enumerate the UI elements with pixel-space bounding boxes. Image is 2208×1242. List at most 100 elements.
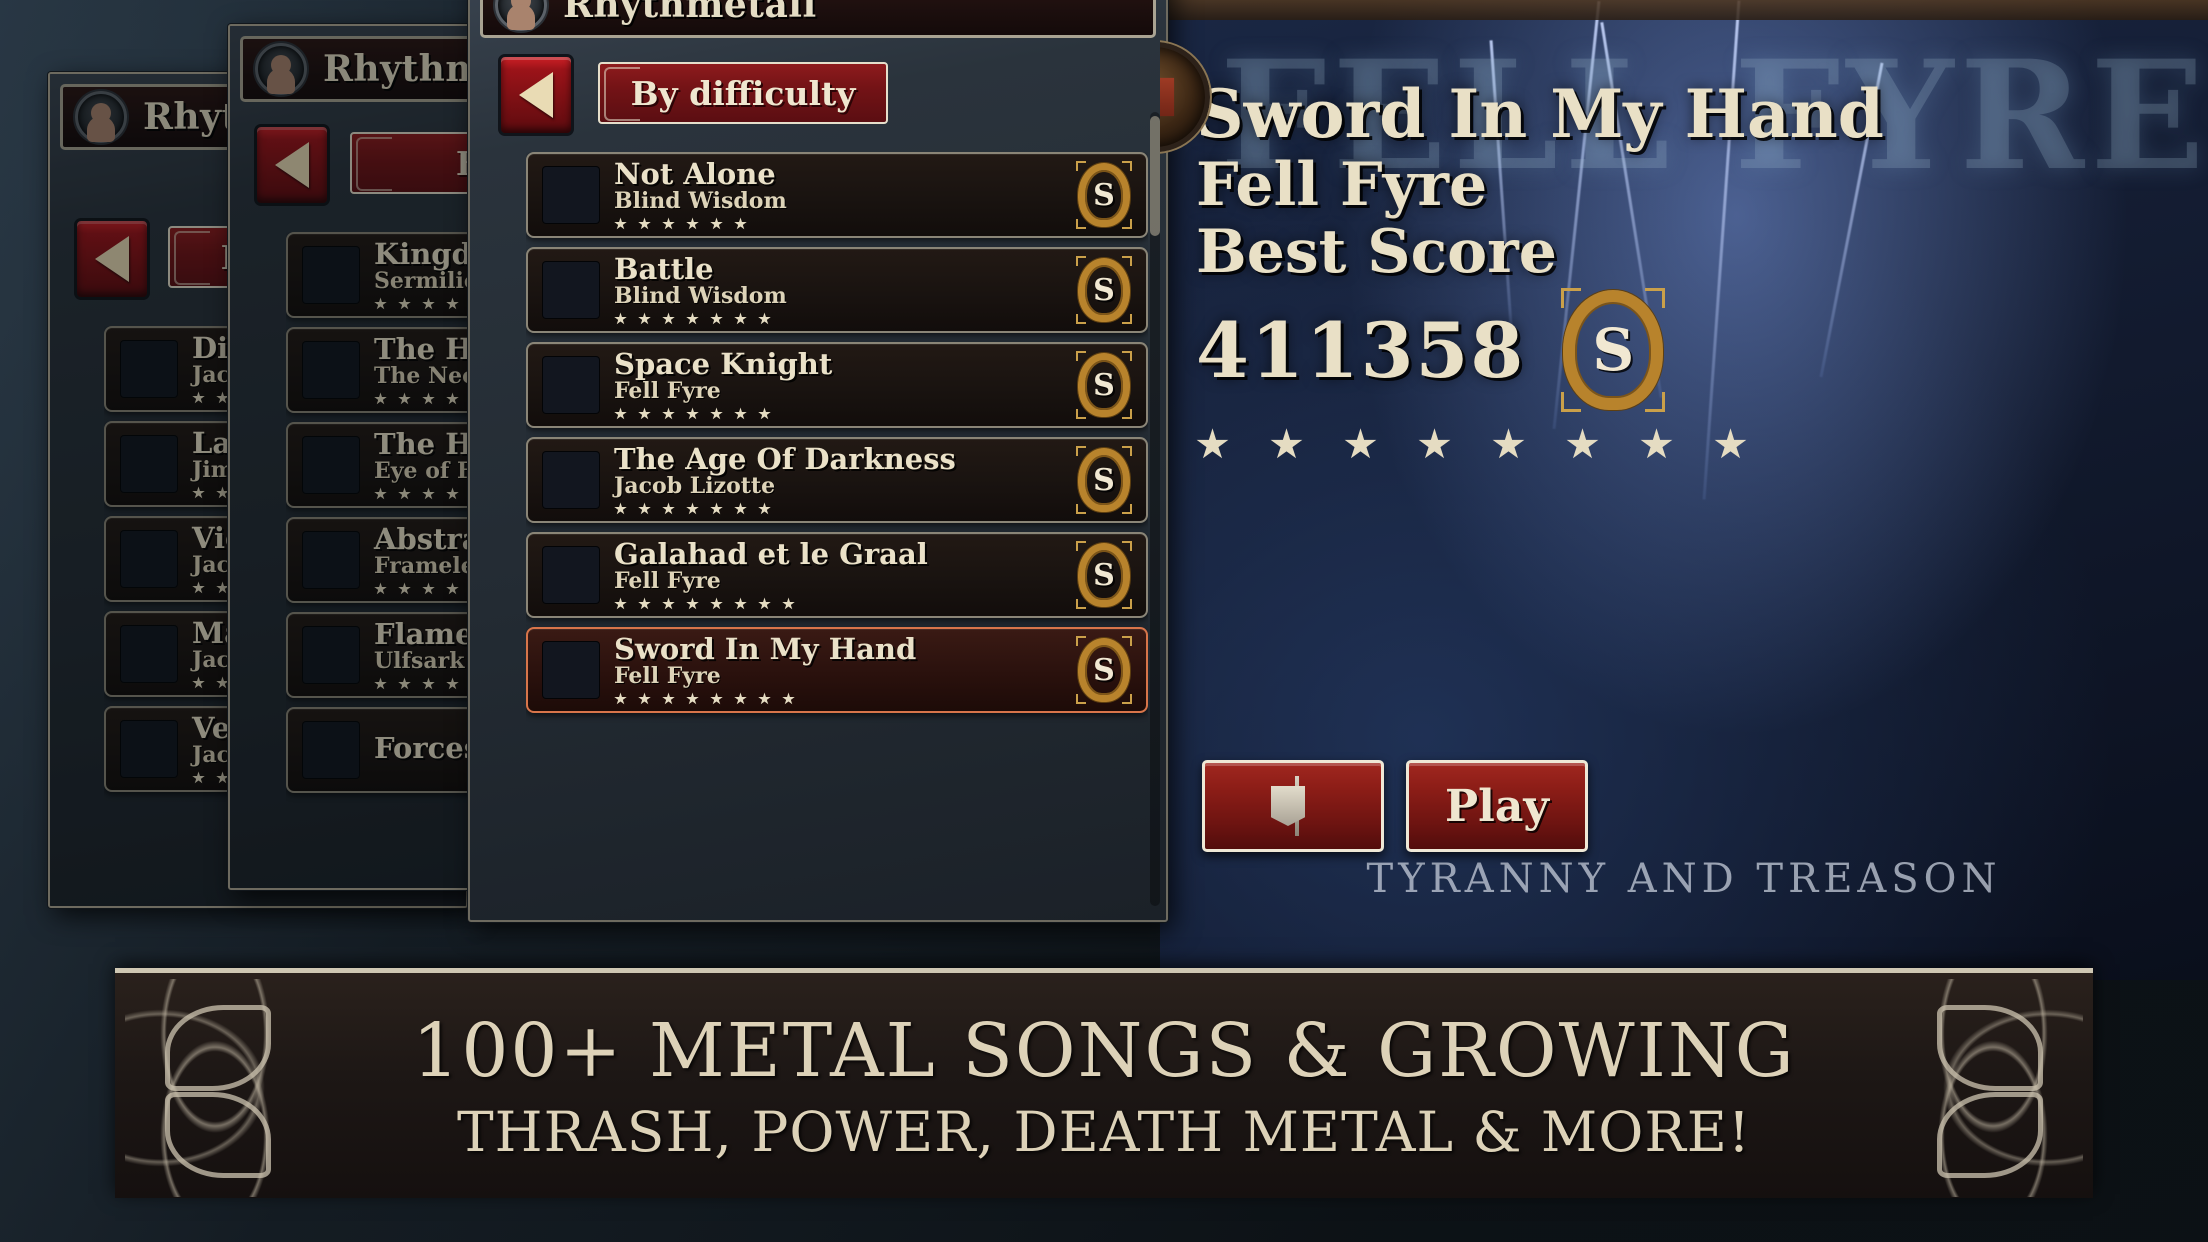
difficulty-star <box>192 391 205 404</box>
difficulty-star <box>686 502 699 515</box>
leaderboard-button[interactable] <box>1202 760 1384 852</box>
song-difficulty-stars <box>614 407 1076 420</box>
song-detail-panel: FELL FYRE Sword In My Hand Fell Fyre Bes… <box>1160 0 2208 980</box>
difficulty-star <box>1344 428 1377 459</box>
song-title: Galahad et le Graal <box>614 536 928 571</box>
corner-filigree-icon <box>604 67 640 121</box>
song-title: Space Knight <box>614 346 833 381</box>
difficulty-star <box>1714 428 1747 459</box>
album-thumbnail <box>302 246 360 304</box>
rank-medal: S <box>1076 159 1132 231</box>
play-button[interactable]: Play <box>1406 760 1588 852</box>
song-row[interactable]: Not Alone Blind Wisdom S <box>526 152 1148 238</box>
difficulty-star <box>614 217 627 230</box>
difficulty-star <box>192 581 205 594</box>
rank-medal: S <box>1076 634 1132 706</box>
rank-letter: S <box>1093 557 1115 593</box>
difficulty-star <box>758 502 771 515</box>
difficulty-star <box>422 392 435 405</box>
difficulty-star <box>192 771 205 784</box>
song-difficulty-stars <box>614 502 1076 515</box>
album-thumbnail <box>542 261 600 319</box>
promo-banner-line1: 100+ METAL SONGS & GROWING <box>412 1007 1796 1094</box>
game-screen: FELL FYRE Sword In My Hand Fell Fyre Bes… <box>0 0 2208 1242</box>
difficulty-star <box>398 297 411 310</box>
difficulty-star <box>398 392 411 405</box>
rank-medal-large: S <box>1561 286 1666 414</box>
song-meta: Not Alone Blind Wisdom <box>614 156 1076 231</box>
song-title: The Age Of Darkness <box>614 441 956 476</box>
sort-selector[interactable]: By difficulty <box>598 62 888 124</box>
difficulty-star <box>446 487 459 500</box>
account-bar-active[interactable]: Rhythmetall <box>480 0 1156 38</box>
rank-medal: S <box>1076 349 1132 421</box>
song-row[interactable]: Battle Blind Wisdom S <box>526 247 1148 333</box>
rank-letter: S <box>1093 272 1115 308</box>
song-artist: Jacob Lizotte <box>614 473 776 500</box>
difficulty-star <box>734 692 747 705</box>
best-score-row: 411358 S <box>1196 286 1884 414</box>
back-button[interactable] <box>498 54 574 136</box>
album-thumbnail <box>302 721 360 779</box>
song-list-scrollbar[interactable] <box>1150 112 1160 906</box>
song-title: Sword In My Hand <box>614 631 917 666</box>
song-row[interactable]: Sword In My Hand Fell Fyre S <box>526 627 1148 713</box>
difficulty-star <box>1196 428 1229 459</box>
difficulty-star <box>614 502 627 515</box>
ornament-left-icon <box>125 979 305 1197</box>
detail-song-title: Sword In My Hand <box>1196 75 1884 153</box>
difficulty-star <box>1566 428 1599 459</box>
song-row[interactable]: The Age Of Darkness Jacob Lizotte S <box>526 437 1148 523</box>
difficulty-star <box>638 692 651 705</box>
difficulty-star <box>422 487 435 500</box>
difficulty-star <box>422 677 435 690</box>
song-meta: Space Knight Fell Fyre <box>614 346 1076 421</box>
promo-banner: 100+ METAL SONGS & GROWING THRASH, POWER… <box>115 968 2093 1198</box>
rank-letter: S <box>1592 316 1635 385</box>
difficulty-star <box>614 312 627 325</box>
corner-filigree-icon <box>356 137 392 191</box>
album-thumbnail <box>302 531 360 589</box>
song-meta: Battle Blind Wisdom <box>614 254 1076 326</box>
song-meta: Galahad et le Graal Fell Fyre <box>614 536 1076 611</box>
difficulty-star <box>614 597 627 610</box>
difficulty-star <box>446 297 459 310</box>
difficulty-star <box>686 312 699 325</box>
song-list[interactable]: Not Alone Blind Wisdom S Battle Blind Wisdom… <box>526 152 1148 910</box>
difficulty-star <box>192 486 205 499</box>
song-row[interactable]: Space Knight Fell Fyre S <box>526 342 1148 428</box>
difficulty-star <box>758 312 771 325</box>
song-browser-window-active[interactable]: Rhythmetall By difficulty Not Alone Blind… <box>468 0 1168 922</box>
album-thumbnail <box>302 341 360 399</box>
avatar <box>495 0 547 31</box>
difficulty-star <box>734 312 747 325</box>
difficulty-star <box>758 407 771 420</box>
song-row[interactable]: Galahad et le Graal Fell Fyre S <box>526 532 1148 618</box>
rank-letter: S <box>1093 652 1115 688</box>
difficulty-star <box>734 217 747 230</box>
difficulty-star <box>614 692 627 705</box>
detail-action-buttons: Play <box>1202 760 1588 852</box>
difficulty-star <box>662 407 675 420</box>
difficulty-star <box>710 407 723 420</box>
account-name-active: Rhythmetall <box>563 0 817 26</box>
difficulty-star <box>686 407 699 420</box>
song-title: Not Alone <box>614 156 776 191</box>
song-list-scrollbar-thumb[interactable] <box>1150 116 1160 236</box>
difficulty-star <box>734 597 747 610</box>
difficulty-star <box>1640 428 1673 459</box>
difficulty-star <box>398 487 411 500</box>
back-button-mid-window[interactable] <box>254 124 330 206</box>
back-button-back-window[interactable] <box>74 218 150 300</box>
promo-banner-line2: THRASH, POWER, DEATH METAL & MORE! <box>456 1099 1751 1164</box>
album-thumbnail <box>120 720 178 778</box>
album-thumbnail <box>120 435 178 493</box>
song-artist: Fell Fyre <box>614 568 721 595</box>
difficulty-star <box>1270 428 1303 459</box>
left-triangle-icon <box>275 142 309 188</box>
detail-top-band <box>1160 0 2208 20</box>
song-meta: The Age Of Darkness Jacob Lizotte <box>614 441 1076 516</box>
difficulty-star <box>374 677 387 690</box>
difficulty-star <box>446 677 459 690</box>
rank-letter: S <box>1093 367 1115 403</box>
